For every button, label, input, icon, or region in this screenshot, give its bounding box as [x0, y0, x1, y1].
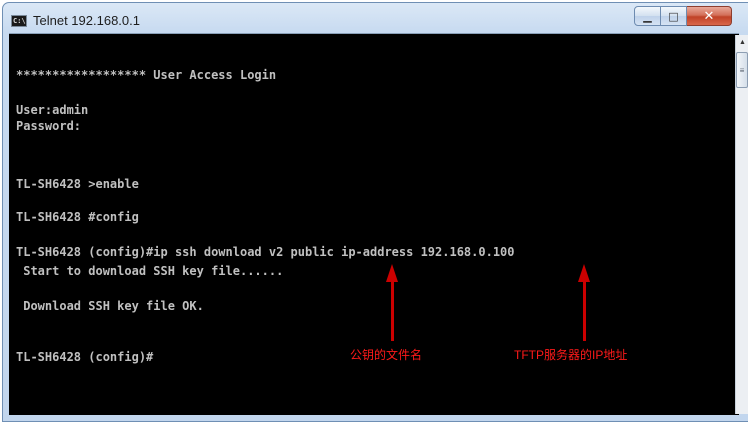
maximize-button[interactable]: □: [661, 6, 687, 26]
public-key-annotation: 公钥的文件名: [350, 348, 423, 362]
terminal-line: TL-SH6428 (config)#ip ssh download v2 pu…: [16, 245, 515, 259]
terminal-line: Start to download SSH key file......: [16, 264, 284, 278]
terminal-line: TL-SH6428 >enable: [16, 177, 139, 191]
terminal-line: TL-SH6428 #config: [16, 210, 139, 224]
terminal-prompt: TL-SH6428 (config)#: [16, 350, 154, 364]
scroll-thumb[interactable]: ≡: [736, 52, 748, 88]
terminal-line: User:admin: [16, 103, 89, 117]
vertical-scrollbar[interactable]: ▲ ≡: [735, 35, 748, 414]
terminal-line: Password:: [16, 119, 82, 133]
console-app-icon: C:\: [11, 15, 27, 27]
arrow-shaft: [391, 281, 394, 341]
arrow-up-icon: [578, 264, 590, 282]
arrow-up-icon: [386, 264, 398, 282]
minimize-button[interactable]: ▁: [634, 6, 661, 26]
terminal-line: ****************** User Access Login: [16, 68, 277, 82]
window-controls: ▁ □ ✕: [634, 6, 732, 28]
terminal-line: Download SSH key file OK.: [16, 299, 204, 313]
window-title: Telnet 192.168.0.1: [33, 13, 140, 28]
arrow-shaft: [583, 281, 586, 341]
close-button[interactable]: ✕: [687, 6, 732, 26]
scroll-up-arrow-icon[interactable]: ▲: [736, 35, 748, 51]
tftp-ip-annotation: TFTP服务器的IP地址: [514, 348, 628, 362]
